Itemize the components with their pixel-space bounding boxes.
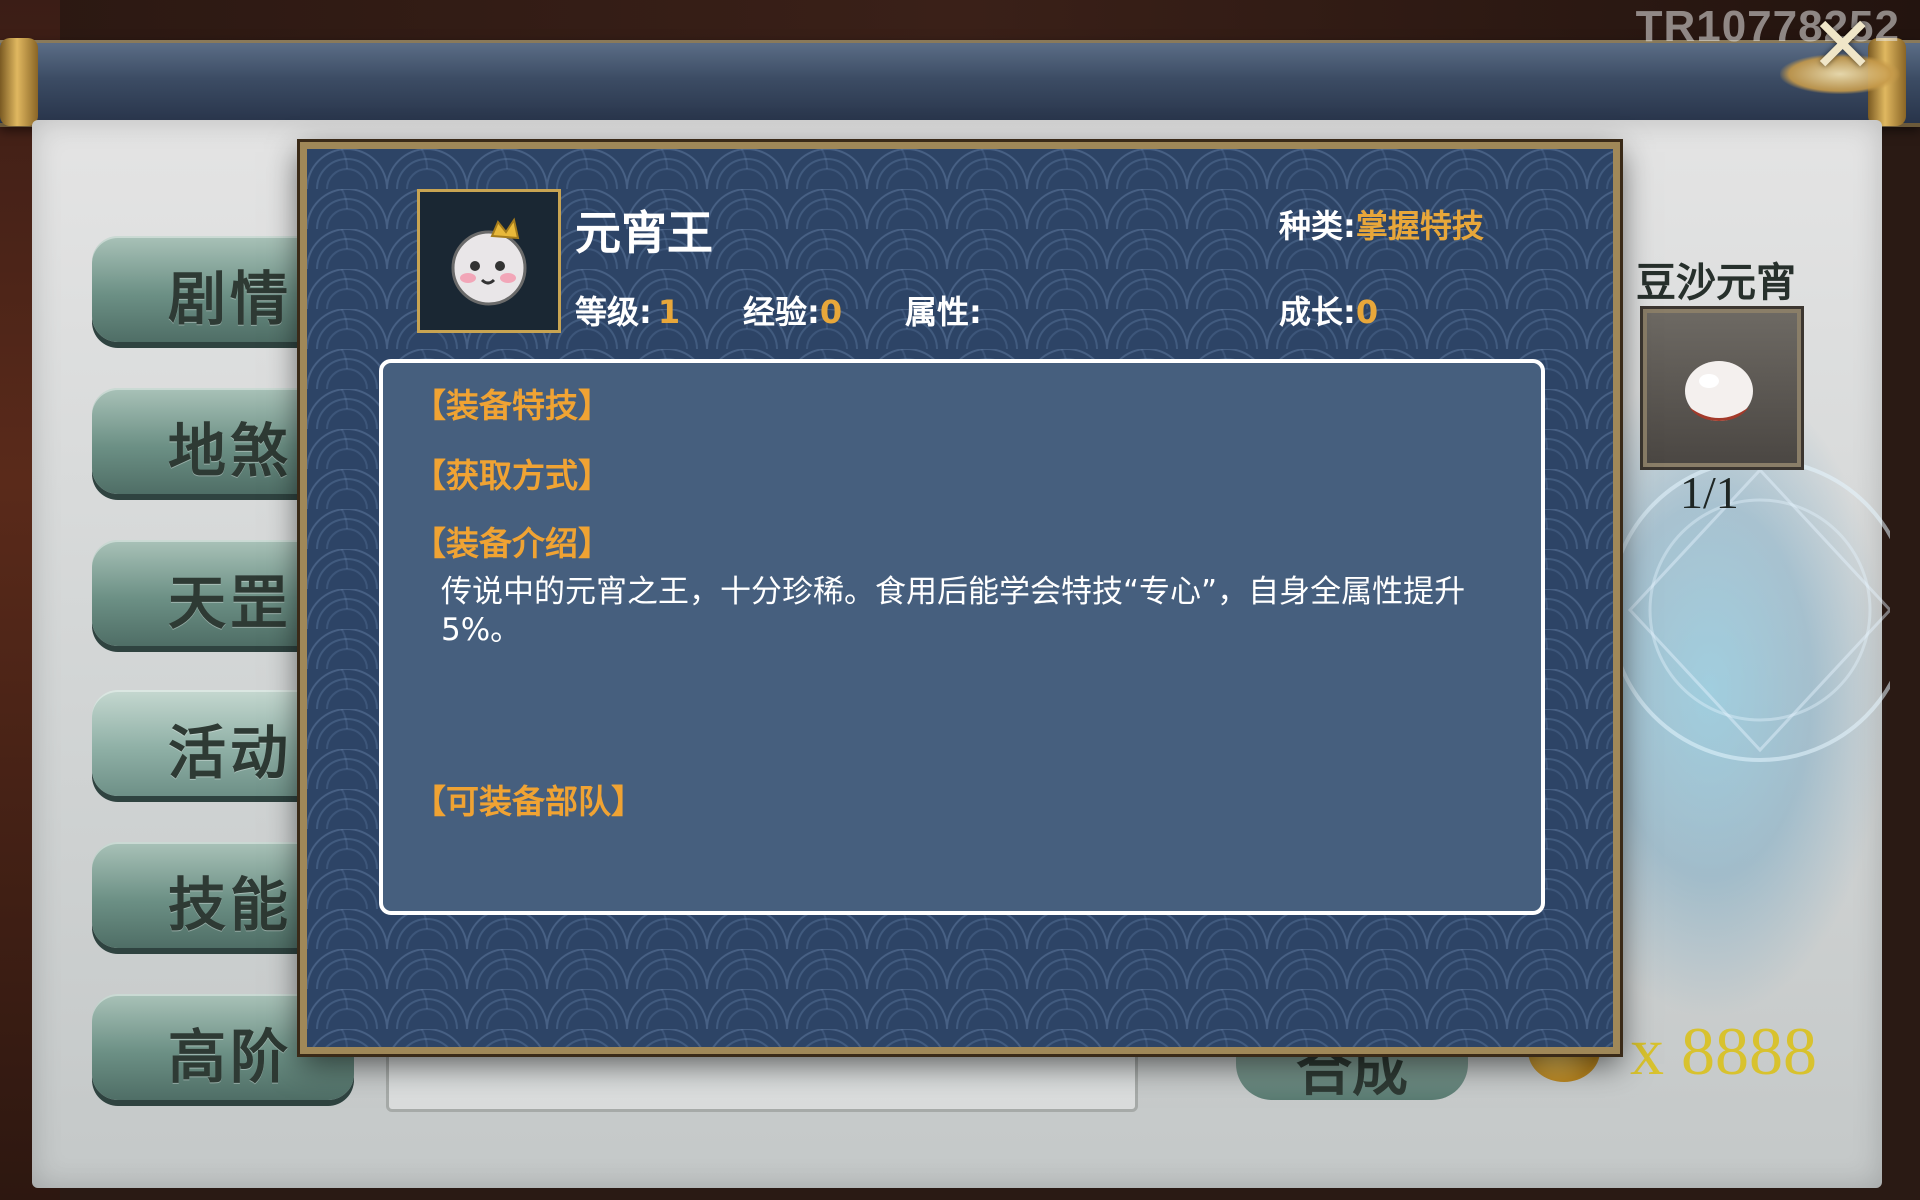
close-button[interactable]: ✕ xyxy=(1780,6,1900,94)
currency-amount: x 8888 xyxy=(1630,1013,1817,1089)
scroll-header-bar xyxy=(0,40,1920,127)
tab-label: 地煞 xyxy=(168,417,293,485)
side-item-count: 1/1 xyxy=(1680,467,1739,518)
exp-value: 0 xyxy=(819,293,843,331)
side-item-name: 豆沙元宵 xyxy=(1636,260,1796,306)
section-intro: 【装备介绍】 xyxy=(413,524,611,563)
description-panel: 【装备特技】 【获取方式】 【装备介绍】 传说中的元宵之王，十分珍稀。食用后能学… xyxy=(379,359,1545,915)
crowned-dumpling-icon xyxy=(451,217,527,306)
section-source: 【获取方式】 xyxy=(413,456,611,495)
growth-row: 成长:0 xyxy=(1279,287,1378,333)
item-icon-frame xyxy=(417,189,561,333)
growth-label: 成长: xyxy=(1279,293,1356,331)
item-name: 元宵王 xyxy=(575,206,713,260)
scroll-cap-left xyxy=(0,38,38,126)
exp-label: 经验: xyxy=(743,293,820,331)
growth-value: 0 xyxy=(1355,293,1379,331)
item-detail-dialog: 元宵王 种类:掌握特技 等级: 1 经验:0 属性: 成长:0 【装备特技】 【获… xyxy=(300,142,1620,1054)
tab-label: 剧情 xyxy=(168,265,293,333)
side-item-slot[interactable] xyxy=(1640,306,1804,470)
item-description: 传说中的元宵之王，十分珍稀。食用后能学会特技“专心”，自身全属性提升5%。 xyxy=(441,574,1466,648)
close-icon: ✕ xyxy=(1810,1,1876,91)
level-label: 等级: xyxy=(575,293,652,331)
category-row: 种类:掌握特技 xyxy=(1279,201,1484,247)
level-row: 等级: 1 xyxy=(575,287,680,333)
level-value: 1 xyxy=(657,293,681,331)
tab-label: 高阶 xyxy=(168,1023,293,1091)
quantity-input[interactable] xyxy=(386,1044,1138,1112)
tab-label: 天罡 xyxy=(168,569,293,637)
category-value: 掌握特技 xyxy=(1355,207,1484,245)
tab-label: 技能 xyxy=(168,871,293,939)
attribute-label: 属性: xyxy=(905,293,982,331)
exp-row: 经验:0 xyxy=(743,287,842,333)
section-equippable-troops: 【可装备部队】 xyxy=(413,782,644,821)
red-bean-dumpling-icon xyxy=(1685,361,1753,421)
section-equip-skills: 【装备特技】 xyxy=(413,386,611,425)
category-label: 种类: xyxy=(1279,207,1356,245)
tab-label: 活动 xyxy=(168,719,293,787)
